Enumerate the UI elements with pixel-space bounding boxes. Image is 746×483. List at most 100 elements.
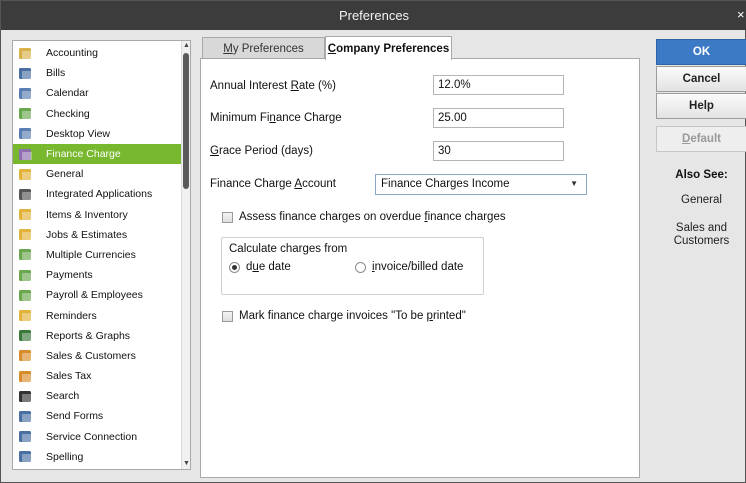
- sidebar-item-integrated-applications[interactable]: Integrated Applications: [13, 184, 181, 204]
- sidebar-item-label: Payroll & Employees: [46, 289, 143, 302]
- sidebar-item-checking[interactable]: Checking: [13, 104, 181, 124]
- due-date-option[interactable]: due date: [229, 261, 291, 273]
- sidebar-item-sales-tax[interactable]: Sales Tax: [13, 366, 181, 386]
- ok-button[interactable]: OK: [656, 39, 746, 65]
- sidebar-item-search[interactable]: Search: [13, 386, 181, 406]
- sidebar-item-label: Items & Inventory: [46, 208, 128, 221]
- sidebar-item-service-connection[interactable]: Service Connection: [13, 427, 181, 447]
- sidebar-item-finance-charge[interactable]: Finance Charge: [13, 143, 181, 165]
- sidebar-item-reminders[interactable]: Reminders: [13, 305, 181, 325]
- sidebar-item-spelling[interactable]: Spelling: [13, 447, 181, 467]
- currencies-icon: [17, 247, 34, 263]
- scroll-down-icon[interactable]: ▼: [182, 459, 190, 469]
- sidebar-item-label: Search: [46, 390, 80, 403]
- mark-printed-label: Mark finance charge invoices "To be prin…: [239, 310, 466, 322]
- jobs-estimates-icon: [17, 227, 34, 243]
- mark-printed-checkbox[interactable]: [222, 310, 233, 322]
- sidebar-item-accounting[interactable]: Accounting: [13, 43, 181, 63]
- integrated-apps-icon: [17, 186, 34, 202]
- tab-company-preferences-mnemonic: C: [327, 42, 337, 55]
- tab-my-preferences[interactable]: My Preferences: [202, 37, 325, 59]
- invoice-date-option[interactable]: invoice/billed date: [355, 261, 463, 273]
- sidebar-item-jobs-estimates[interactable]: Jobs & Estimates: [13, 225, 181, 245]
- sidebar-item-label: Sales & Customers: [46, 349, 136, 362]
- sidebar-item-items-inventory[interactable]: Items & Inventory: [13, 205, 181, 225]
- also-see-title: Also See:: [675, 169, 728, 181]
- tab-my-preferences-mnemonic: M: [223, 42, 233, 55]
- min-charge-input[interactable]: 25.00: [433, 108, 564, 128]
- sidebar-item-payroll-employees[interactable]: Payroll & Employees: [13, 285, 181, 305]
- inventory-boxes-icon: [17, 207, 34, 223]
- search-magnifier-icon: [17, 388, 34, 404]
- calendar-icon: [17, 85, 34, 101]
- sidebar-item-label: Checking: [46, 107, 90, 120]
- assess-overdue-label: Assess finance charges on overdue financ…: [239, 211, 506, 223]
- bill-document-icon: [17, 65, 34, 81]
- default-button[interactable]: Default: [656, 126, 746, 152]
- invoice-date-radio[interactable]: [355, 261, 366, 273]
- grace-period-label: Grace Period (days): [210, 145, 313, 157]
- sidebar-item-label: Service Connection: [46, 430, 138, 443]
- close-icon[interactable]: ×: [737, 7, 746, 22]
- sidebar-item-desktop-view[interactable]: Desktop View: [13, 124, 181, 144]
- sidebar-item-label: Calendar: [46, 87, 89, 100]
- interest-rate-label: Annual Interest Rate (%): [210, 80, 336, 92]
- sidebar-item-label: Jobs & Estimates: [46, 228, 128, 241]
- finance-account-dropdown[interactable]: Finance Charges Income ▼: [375, 174, 587, 195]
- sidebar-item-label: Finance Charge: [46, 148, 121, 161]
- chevron-down-icon[interactable]: ▼: [570, 179, 578, 188]
- due-date-label: due date: [246, 261, 291, 273]
- sales-tax-icon: [17, 368, 34, 384]
- sidebar-item-reports-graphs[interactable]: Reports & Graphs: [13, 326, 181, 346]
- sidebar-item-label: General: [46, 168, 84, 181]
- sidebar-item-multiple-currencies[interactable]: Multiple Currencies: [13, 245, 181, 265]
- window-title: Preferences: [338, 8, 410, 23]
- spelling-check-icon: [17, 449, 34, 465]
- sidebar-scrollbar[interactable]: ▲ ▼: [181, 41, 190, 469]
- scroll-thumb[interactable]: [183, 53, 189, 189]
- pencil-ledger-icon: [17, 45, 34, 61]
- help-button[interactable]: Help: [656, 93, 746, 119]
- due-date-radio[interactable]: [229, 261, 240, 273]
- company-preferences-panel: Annual Interest Rate (%) 12.0% Minimum F…: [200, 58, 640, 478]
- preferences-window: Preferences × Accounting Bills Calendar Che…: [0, 0, 746, 483]
- general-folder-icon: [17, 166, 34, 182]
- tab-company-preferences[interactable]: Company Preferences: [325, 36, 452, 60]
- sidebar-item-send-forms[interactable]: Send Forms: [13, 406, 181, 426]
- send-forms-icon: [17, 408, 34, 424]
- calculate-charges-group: Calculate charges from due date invoice/…: [221, 237, 484, 295]
- sidebar-item-bills[interactable]: Bills: [13, 63, 181, 83]
- service-connection-icon: [17, 429, 34, 445]
- sidebar-item-label: Desktop View: [46, 127, 111, 140]
- tab-my-preferences-label: y Preferences: [232, 42, 304, 55]
- check-pencil-icon: [17, 106, 34, 122]
- sidebar-item-payments[interactable]: Payments: [13, 265, 181, 285]
- sidebar-item-label: Integrated Applications: [46, 188, 153, 201]
- interest-rate-input[interactable]: 12.0%: [433, 75, 564, 95]
- sidebar-item-label: Accounting: [46, 47, 98, 60]
- title-bar: Preferences ×: [1, 1, 746, 30]
- also-see-general-link[interactable]: General: [656, 194, 746, 207]
- calculate-charges-title: Calculate charges from: [229, 243, 348, 255]
- sidebar-item-calendar[interactable]: Calendar: [13, 83, 181, 103]
- sidebar-item-label: Bills: [46, 67, 66, 80]
- min-charge-label: Minimum Finance Charge: [210, 112, 342, 124]
- sidebar-item-label: Sales Tax: [46, 370, 92, 383]
- bar-graph-icon: [17, 328, 34, 344]
- scroll-up-icon[interactable]: ▲: [182, 41, 190, 51]
- tab-company-preferences-label: ompany Preferences: [336, 42, 450, 55]
- payroll-icon: [17, 287, 34, 303]
- assess-overdue-checkbox[interactable]: [222, 211, 233, 223]
- sidebar-item-label: Reports & Graphs: [46, 329, 131, 342]
- preferences-category-list: Accounting Bills Calendar Checking Desktop V…: [12, 40, 191, 470]
- mark-printed-option[interactable]: Mark finance charge invoices "To be prin…: [222, 310, 466, 322]
- sidebar-item-general[interactable]: General: [13, 164, 181, 184]
- sidebar-item-label: Payments: [46, 269, 93, 282]
- finance-account-value: Finance Charges Income: [381, 178, 510, 190]
- sidebar-item-sales-customers[interactable]: Sales & Customers: [13, 346, 181, 366]
- reminders-hand-icon: [17, 308, 34, 324]
- grace-period-input[interactable]: 30: [433, 141, 564, 161]
- assess-overdue-option[interactable]: Assess finance charges on overdue financ…: [222, 211, 506, 223]
- also-see-sales-customers-link[interactable]: Sales and Customers: [656, 222, 746, 248]
- cancel-button[interactable]: Cancel: [656, 66, 746, 92]
